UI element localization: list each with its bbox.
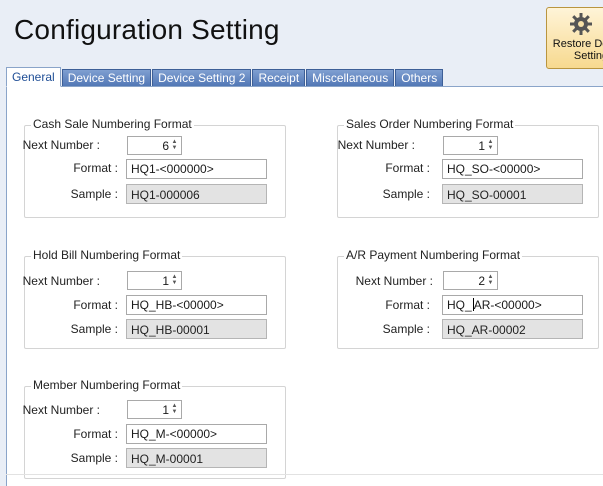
sample-label: Sample : bbox=[70, 451, 118, 465]
sales-order-sample-field: HQ_SO-00001 bbox=[442, 184, 583, 204]
format-label: Format : bbox=[73, 298, 118, 312]
spinner-value: 1 bbox=[162, 403, 169, 417]
next-number-label: Next Number : bbox=[337, 138, 415, 152]
sample-label: Sample : bbox=[70, 187, 118, 201]
group-title: A/R Payment Numbering Format bbox=[344, 248, 523, 262]
spinner-value: 1 bbox=[162, 274, 169, 288]
group-title: Member Numbering Format bbox=[31, 378, 183, 392]
sample-label: Sample : bbox=[70, 322, 118, 336]
page-title: Configuration Setting bbox=[14, 14, 280, 45]
panel-bottom-divider bbox=[6, 474, 603, 475]
restore-button-label: Restore Default Setting bbox=[552, 38, 603, 62]
cash-sale-sample-field: HQ1-000006 bbox=[126, 184, 267, 204]
hold-bill-format-input[interactable]: HQ_HB-<00000> bbox=[126, 295, 267, 315]
cash-sale-format-input[interactable]: HQ1-<000000> bbox=[126, 159, 267, 179]
group-title: Sales Order Numbering Format bbox=[344, 117, 516, 131]
format-label: Format : bbox=[73, 161, 118, 175]
next-number-label: Next Number : bbox=[22, 274, 100, 288]
spinner-arrows-icon[interactable]: ▲ ▼ bbox=[487, 139, 494, 152]
tab-device-setting[interactable]: Device Setting bbox=[61, 69, 152, 87]
spinner-arrows-icon[interactable]: ▲ ▼ bbox=[171, 403, 178, 416]
next-number-label: Next Number : bbox=[355, 274, 433, 288]
restore-default-setting-button[interactable]: Restore Default Setting bbox=[546, 7, 603, 69]
format-text-after-caret: AR-<00000> bbox=[473, 298, 542, 312]
group-title: Hold Bill Numbering Format bbox=[31, 248, 183, 262]
spinner-arrows-icon[interactable]: ▲ ▼ bbox=[171, 274, 178, 287]
format-label: Format : bbox=[385, 298, 430, 312]
tab-miscellaneous[interactable]: Miscellaneous bbox=[306, 69, 395, 87]
spinner-arrows-icon[interactable]: ▲ ▼ bbox=[171, 139, 178, 152]
spinner-value: 1 bbox=[478, 139, 485, 153]
spinner-arrows-icon[interactable]: ▲ ▼ bbox=[487, 274, 494, 287]
tab-receipt[interactable]: Receipt bbox=[252, 69, 306, 87]
ar-payment-format-input[interactable]: HQ_ AR-<00000> bbox=[442, 295, 583, 315]
next-number-label: Next Number : bbox=[22, 138, 100, 152]
sample-label: Sample : bbox=[382, 187, 430, 201]
next-number-label: Next Number : bbox=[22, 403, 100, 417]
member-next-number-spinner[interactable]: 1 ▲ ▼ bbox=[127, 400, 182, 419]
ar-payment-sample-field: HQ_AR-00002 bbox=[442, 319, 583, 339]
sales-order-format-input[interactable]: HQ_SO-<00000> bbox=[442, 159, 583, 179]
sales-order-next-number-spinner[interactable]: 1 ▲ ▼ bbox=[443, 136, 498, 155]
ar-payment-next-number-spinner[interactable]: 2 ▲ ▼ bbox=[443, 271, 498, 290]
spinner-value: 2 bbox=[478, 274, 485, 288]
format-text-before-caret: HQ_ bbox=[447, 298, 472, 312]
member-format-input[interactable]: HQ_M-<00000> bbox=[126, 424, 267, 444]
spinner-value: 6 bbox=[162, 139, 169, 153]
sample-label: Sample : bbox=[382, 322, 430, 336]
cash-sale-next-number-spinner[interactable]: 6 ▲ ▼ bbox=[127, 136, 182, 155]
tab-bar: General Device Setting Device Setting 2 … bbox=[6, 67, 444, 87]
tab-others[interactable]: Others bbox=[395, 69, 444, 87]
tab-general[interactable]: General bbox=[6, 67, 61, 87]
tab-device-setting-2[interactable]: Device Setting 2 bbox=[152, 69, 252, 87]
gear-icon bbox=[570, 13, 592, 35]
group-title: Cash Sale Numbering Format bbox=[31, 117, 194, 131]
format-label: Format : bbox=[385, 161, 430, 175]
member-sample-field: HQ_M-00001 bbox=[126, 448, 267, 468]
format-label: Format : bbox=[73, 427, 118, 441]
hold-bill-sample-field: HQ_HB-00001 bbox=[126, 319, 267, 339]
hold-bill-next-number-spinner[interactable]: 1 ▲ ▼ bbox=[127, 271, 182, 290]
